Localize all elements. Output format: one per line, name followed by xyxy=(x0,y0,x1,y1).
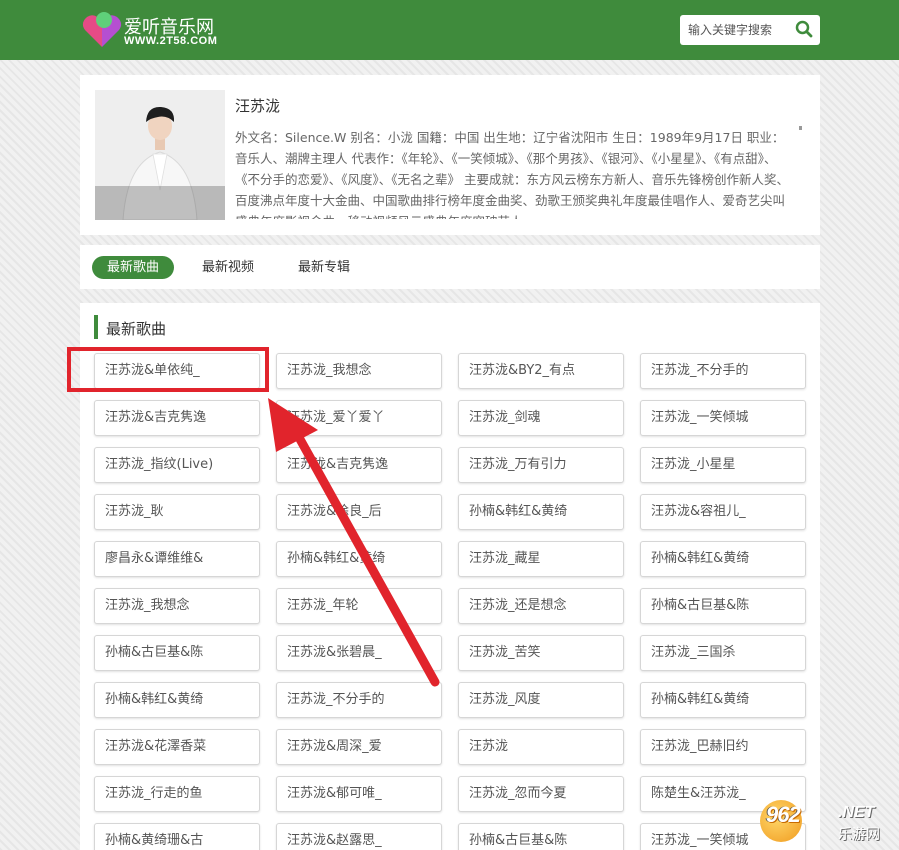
search-input[interactable] xyxy=(680,15,790,45)
song-item[interactable]: 汪苏泷_指纹(Live) xyxy=(94,447,260,483)
song-item[interactable]: 汪苏泷&BY2_有点 xyxy=(458,353,624,389)
song-item[interactable]: 汪苏泷&容祖儿_ xyxy=(640,494,806,530)
watermark-logo: 962 .NET 乐游网 xyxy=(760,800,894,846)
song-item[interactable]: 汪苏泷_年轮 xyxy=(276,588,442,624)
site-url: WWW.2T58.COM xyxy=(124,35,218,47)
song-item[interactable]: 汪苏泷_耿 xyxy=(94,494,260,530)
song-item[interactable]: 汪苏泷_不分手的 xyxy=(640,353,806,389)
song-item[interactable]: 汪苏泷&单依纯_ xyxy=(94,353,260,389)
song-item[interactable]: 汪苏泷 xyxy=(458,729,624,765)
tab-latest-videos[interactable]: 最新视频 xyxy=(188,256,268,279)
song-item[interactable]: 孙楠&韩红&黄绮 xyxy=(640,682,806,718)
logo-heart-icon xyxy=(82,12,122,47)
song-item[interactable]: 汪苏泷&郁可唯_ xyxy=(276,776,442,812)
song-item[interactable]: 汪苏泷_我想念 xyxy=(94,588,260,624)
song-item[interactable]: 汪苏泷_藏星 xyxy=(458,541,624,577)
artist-name: 汪苏泷 xyxy=(235,97,281,115)
song-item[interactable]: 汪苏泷_爱丫爱丫 xyxy=(276,400,442,436)
song-item[interactable]: 汪苏泷_不分手的 xyxy=(276,682,442,718)
song-item[interactable]: 孙楠&韩红&黄绮 xyxy=(94,682,260,718)
song-item[interactable]: 汪苏泷_三国杀 xyxy=(640,635,806,671)
song-item[interactable]: 孙楠&韩红&黄绮 xyxy=(640,541,806,577)
bio-scrollbar[interactable] xyxy=(799,126,802,130)
song-item[interactable]: 汪苏泷&花澤香菜 xyxy=(94,729,260,765)
search-button[interactable] xyxy=(792,19,816,41)
site-header: 爱听音乐网 WWW.2T58.COM xyxy=(0,0,899,60)
song-item[interactable]: 汪苏泷_万有引力 xyxy=(458,447,624,483)
watermark-text: 乐游网 xyxy=(838,827,880,843)
artist-card: 汪苏泷 外文名：Silence.W 别名：小泷 国籍：中国 出生地：辽宁省沈阳市… xyxy=(80,75,820,235)
song-item[interactable]: 汪苏泷_一笑倾城 xyxy=(640,400,806,436)
song-item[interactable]: 孙楠&黄绮珊&古 xyxy=(94,823,260,850)
artist-bio: 外文名：Silence.W 别名：小泷 国籍：中国 出生地：辽宁省沈阳市 生日：… xyxy=(235,130,789,219)
artist-portrait-icon xyxy=(95,90,225,220)
song-item[interactable]: 汪苏泷_小星星 xyxy=(640,447,806,483)
site-logo[interactable]: 爱听音乐网 WWW.2T58.COM xyxy=(82,11,242,51)
song-item[interactable]: 汪苏泷&吉克隽逸 xyxy=(276,447,442,483)
song-item[interactable]: 孙楠&古巨基&陈 xyxy=(94,635,260,671)
tab-latest-songs[interactable]: 最新歌曲 xyxy=(92,256,174,279)
song-item[interactable]: 汪苏泷_风度 xyxy=(458,682,624,718)
song-item[interactable]: 汪苏泷_行走的鱼 xyxy=(94,776,260,812)
section-title: 最新歌曲 xyxy=(106,320,167,338)
song-item[interactable]: 孙楠&韩红&黄绮 xyxy=(276,541,442,577)
watermark-number: 962 xyxy=(766,802,801,827)
search-box xyxy=(680,15,820,45)
artist-photo[interactable] xyxy=(95,90,225,220)
song-grid: 汪苏泷&单依纯_ 汪苏泷_我想念 汪苏泷&BY2_有点 汪苏泷_不分手的 汪苏泷&吉克隽… xyxy=(94,353,808,850)
song-item[interactable]: 孙楠&韩红&黄绮 xyxy=(458,494,624,530)
song-item[interactable]: 汪苏泷&吉克隽逸 xyxy=(94,400,260,436)
song-item[interactable]: 孙楠&古巨基&陈 xyxy=(458,823,624,850)
tabs-bar: 最新歌曲 最新视频 最新专辑 xyxy=(80,245,820,289)
song-item[interactable]: 汪苏泷&周深_爱 xyxy=(276,729,442,765)
songs-section: 最新歌曲 汪苏泷&单依纯_ 汪苏泷_我想念 汪苏泷&BY2_有点 汪苏泷_不分手的 汪苏… xyxy=(80,303,820,850)
tab-latest-albums[interactable]: 最新专辑 xyxy=(284,256,364,279)
song-item[interactable]: 孙楠&古巨基&陈 xyxy=(640,588,806,624)
section-accent-bar xyxy=(94,315,98,339)
song-item[interactable]: 汪苏泷_忽而今夏 xyxy=(458,776,624,812)
song-item[interactable]: 汪苏泷_苦笑 xyxy=(458,635,624,671)
search-icon xyxy=(795,20,813,38)
song-item[interactable]: 汪苏泷_剑魂 xyxy=(458,400,624,436)
song-item[interactable]: 汪苏泷&赵露思_ xyxy=(276,823,442,850)
watermark-domain: .NET xyxy=(838,804,875,821)
song-item[interactable]: 汪苏泷_还是想念 xyxy=(458,588,624,624)
song-item[interactable]: 廖昌永&谭维维& xyxy=(94,541,260,577)
song-item[interactable]: 汪苏泷_巴赫旧约 xyxy=(640,729,806,765)
song-item[interactable]: 汪苏泷&徐良_后 xyxy=(276,494,442,530)
song-item[interactable]: 汪苏泷_我想念 xyxy=(276,353,442,389)
song-item[interactable]: 汪苏泷&张碧晨_ xyxy=(276,635,442,671)
